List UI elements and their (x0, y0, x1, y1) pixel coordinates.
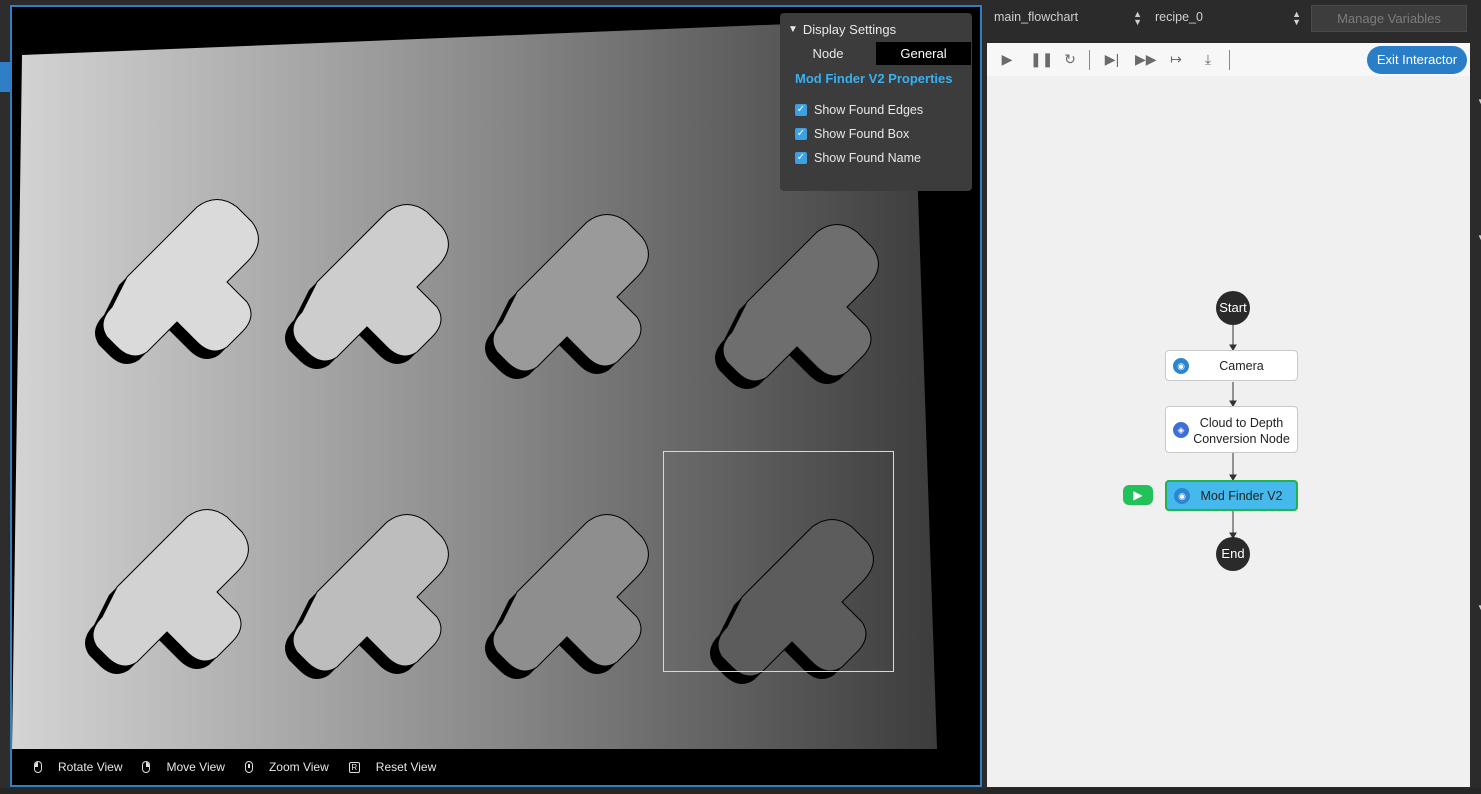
recipe-select-value: recipe_0 (1155, 10, 1203, 24)
show-found-edges-checkbox[interactable]: ✓ Show Found Edges (795, 103, 923, 117)
bottom-strip (0, 788, 1481, 794)
display-settings-header[interactable]: ▼ Display Settings (788, 22, 896, 37)
end-node[interactable]: End (1216, 537, 1250, 571)
run-indicator-icon: ▶ (1123, 485, 1153, 505)
node-label: Cloud to Depth Conversion Node (1193, 416, 1290, 446)
flowchart-select[interactable]: main_flowchart ▲ ▼ (994, 10, 1142, 28)
chevron-down-icon[interactable]: ▼ (1477, 233, 1481, 242)
show-found-name-checkbox[interactable]: ✓ Show Found Name (795, 151, 921, 165)
flowchart-panel: ▶ ❚❚ ↻ ▶| ▶▶ ↦ ⤓ Exit Interactor Start ◉… (987, 43, 1470, 787)
checkmark-icon: ✓ (795, 152, 807, 164)
flowchart-select-value: main_flowchart (994, 10, 1079, 24)
right-scroll-strip (1470, 43, 1481, 787)
tab-node[interactable]: Node (780, 42, 876, 65)
zoom-view-hint: Zoom View (244, 749, 329, 785)
flow-node-cloud-to-depth[interactable]: ◈ Cloud to Depth Conversion Node (1165, 406, 1298, 453)
checkbox-label: Show Found Box (814, 127, 910, 141)
move-view-hint: Move View (142, 749, 225, 785)
key-r-icon: R (348, 761, 360, 773)
checkmark-icon: ✓ (795, 104, 807, 116)
checkbox-label: Show Found Edges (814, 103, 924, 117)
collapse-triangle-icon: ▼ (788, 24, 798, 35)
flow-node-camera[interactable]: ◉ Camera (1165, 350, 1298, 381)
tab-general[interactable]: General (876, 42, 971, 65)
checkmark-icon: ✓ (795, 128, 807, 140)
start-node[interactable]: Start (1216, 291, 1250, 325)
select-arrows-icon: ▲ ▼ (1133, 9, 1142, 27)
camera-icon: ◉ (1174, 488, 1190, 504)
left-edge-bar (0, 0, 10, 794)
move-view-label: Move View (166, 760, 225, 774)
display-settings-tabs: Node General (780, 42, 972, 65)
reset-view-hint: R Reset View (348, 749, 437, 785)
camera-icon: ◉ (1173, 358, 1189, 374)
checkbox-label: Show Found Name (814, 151, 922, 165)
mouse-wheel-icon (244, 761, 253, 773)
zoom-view-label: Zoom View (268, 760, 329, 774)
cube-icon: ◈ (1173, 422, 1189, 438)
depth-viewer[interactable]: ▼ Display Settings Node General Mod Find… (10, 5, 982, 787)
select-arrows-icon: ▲ ▼ (1292, 9, 1301, 27)
mouse-right-icon (142, 761, 151, 773)
rotate-view-label: Rotate View (58, 760, 123, 774)
reset-view-label: Reset View (375, 760, 437, 774)
flow-topbar: main_flowchart ▲ ▼ recipe_0 ▲ ▼ Manage Var… (983, 0, 1481, 40)
display-settings-panel: ▼ Display Settings Node General Mod Find… (780, 13, 972, 191)
rotate-view-hint: Rotate View (34, 749, 122, 785)
view-controls-bar: Rotate View Move View Zoom View R Reset … (12, 749, 980, 785)
display-settings-title: Display Settings (802, 22, 897, 37)
properties-title: Mod Finder V2 Properties (795, 71, 953, 86)
show-found-box-checkbox[interactable]: ✓ Show Found Box (795, 127, 909, 141)
node-label: Mod Finder V2 (1200, 489, 1283, 503)
recipe-select[interactable]: recipe_0 ▲ ▼ (1155, 10, 1301, 28)
found-box (663, 451, 894, 672)
left-edge-marker (0, 62, 10, 92)
flow-node-mod-finder-v2[interactable]: ◉ Mod Finder V2 (1165, 480, 1298, 511)
chevron-down-icon[interactable]: ▼ (1477, 603, 1481, 612)
manage-variables-button[interactable]: Manage Variables (1311, 5, 1467, 32)
chevron-down-icon[interactable]: ▼ (1477, 97, 1481, 106)
mouse-left-icon (34, 761, 42, 773)
node-label: Camera (1219, 359, 1264, 373)
